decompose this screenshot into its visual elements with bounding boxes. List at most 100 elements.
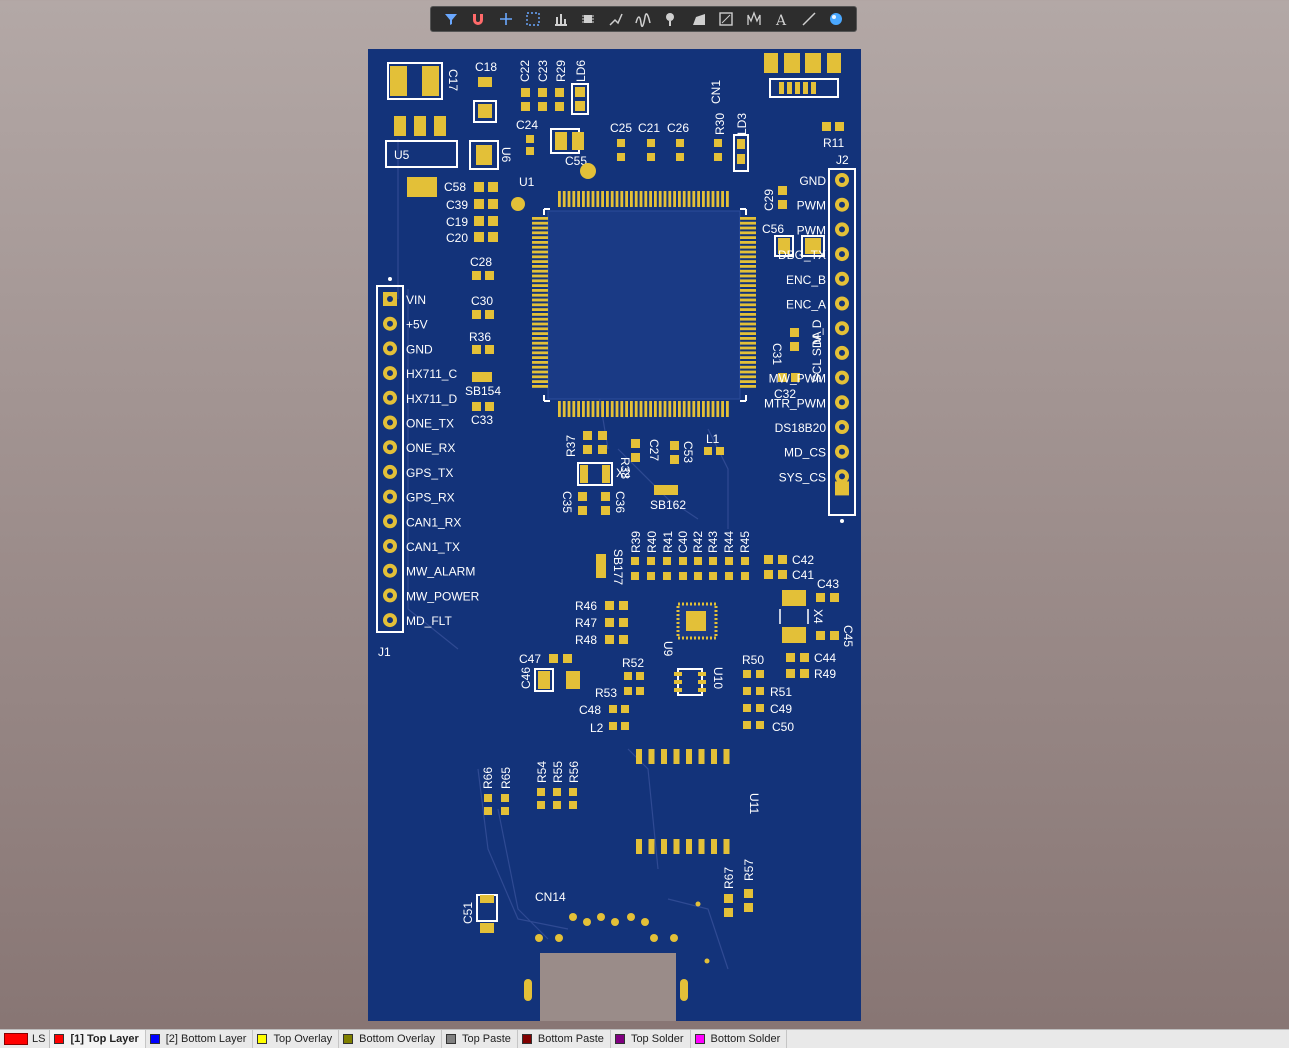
r45-label: R45 <box>738 531 752 553</box>
j2-pin-label: DBG_TX <box>778 248 826 262</box>
layer-tab[interactable]: Top Overlay <box>253 1030 340 1048</box>
layer-color-icon <box>445 1034 456 1044</box>
3d-view-icon[interactable] <box>825 8 847 30</box>
u1-pin <box>532 260 548 263</box>
polygon-icon[interactable] <box>688 8 710 30</box>
u1-pin <box>532 337 548 340</box>
j1-pin-label: MW_ALARM <box>406 565 475 579</box>
u1-pin <box>532 356 548 359</box>
layer-tab[interactable]: Bottom Paste <box>518 1030 611 1048</box>
via-icon[interactable] <box>660 8 682 30</box>
layer-tab[interactable]: Top Solder <box>611 1030 691 1048</box>
u1-pin <box>716 191 720 207</box>
u1-pin <box>644 191 648 207</box>
pcb-board[interactable]: C17 U5 C18 U6 C22 C23 R29 LD6 C24 C55 CN… <box>368 49 861 1021</box>
snap-magnet-icon[interactable] <box>467 8 489 30</box>
layer-tab[interactable]: [2] Bottom Layer <box>146 1030 254 1048</box>
line-icon[interactable] <box>798 8 820 30</box>
u1-pin <box>532 293 548 297</box>
u1-pin <box>692 401 696 417</box>
x2-label: X2 <box>616 466 631 480</box>
layer-tab[interactable]: Bottom Solder <box>691 1030 788 1048</box>
u1-pin <box>577 191 580 207</box>
sb177-label: SB177 <box>611 549 625 585</box>
c56-label: C56 <box>762 222 784 236</box>
text-icon[interactable]: A <box>770 8 792 30</box>
filter-icon[interactable] <box>440 8 462 30</box>
u1-pin <box>740 269 756 273</box>
u1-pin <box>532 226 548 230</box>
u1-pin <box>649 191 652 207</box>
u1-pin <box>678 191 681 207</box>
u1-pin <box>658 191 662 207</box>
u1-pin <box>532 279 548 283</box>
u1-pin <box>532 265 548 268</box>
c17-label: C17 <box>446 69 460 91</box>
crosshair-add-icon[interactable] <box>495 8 517 30</box>
r55-label: R55 <box>551 761 565 783</box>
r51-label: R51 <box>770 685 792 699</box>
u1-pin <box>532 365 548 369</box>
c30-label: C30 <box>471 294 493 308</box>
u1-pin <box>740 375 756 379</box>
diff-pair-icon[interactable] <box>743 8 765 30</box>
u1-pin <box>639 401 643 417</box>
interactive-route-icon[interactable] <box>632 8 654 30</box>
board-outline <box>368 49 861 1021</box>
j2-pin-label: DS18B20 <box>775 421 827 435</box>
u1-pin <box>558 191 561 207</box>
j2-pin-label: ENC_B <box>786 273 826 287</box>
cn1-connector[interactable]: CN1 <box>709 80 723 104</box>
pin-drill <box>839 177 845 183</box>
j2-pin[interactable] <box>835 481 849 496</box>
u1-pin <box>673 401 676 417</box>
u1-pin <box>658 401 662 417</box>
layer-color-icon <box>694 1034 705 1044</box>
layer-color-icon <box>614 1034 625 1044</box>
align-icon[interactable] <box>550 8 572 30</box>
r54-label: R54 <box>535 761 549 783</box>
u1-pin <box>532 385 548 388</box>
u1-pin <box>532 298 548 302</box>
pin-drill <box>839 399 845 406</box>
resistor-pad <box>647 572 655 580</box>
u1-pin <box>740 341 756 345</box>
u1-pin <box>532 274 548 278</box>
r47-label: R47 <box>575 616 597 630</box>
u1-pin <box>532 361 548 364</box>
u1-mcu[interactable] <box>532 191 756 417</box>
u1-pin <box>625 401 628 417</box>
resistor-pad <box>741 557 749 565</box>
u1-pin <box>706 401 710 417</box>
c47-label: C47 <box>519 652 541 666</box>
j1-pin-label: VIN <box>406 293 426 307</box>
fill-icon[interactable] <box>715 8 737 30</box>
j2-pin-label: ENC_A <box>786 298 826 312</box>
select-rect-icon[interactable] <box>522 8 544 30</box>
layer-tab-label: Top Paste <box>461 1033 511 1045</box>
u1-pin <box>630 401 633 417</box>
u1-pin <box>716 401 720 417</box>
c44-label: C44 <box>814 651 836 665</box>
u1-pin <box>532 370 548 374</box>
r44-label: R44 <box>722 531 736 553</box>
c35-label: C35 <box>560 491 574 513</box>
layer-tab[interactable]: [1] Top Layer <box>50 1030 146 1048</box>
layer-tab[interactable]: Bottom Overlay <box>339 1030 442 1048</box>
u1-pin <box>634 191 638 207</box>
u1-pin <box>532 308 548 311</box>
u1-pin <box>740 346 756 350</box>
u1-pin <box>678 401 681 417</box>
u1-pin <box>532 241 548 244</box>
pin-drill <box>839 325 845 332</box>
layer-set-button[interactable]: LS <box>0 1030 51 1048</box>
layer-tab[interactable]: Top Paste <box>442 1030 518 1048</box>
route-icon[interactable] <box>605 8 627 30</box>
layer-tab-label: Top Solder <box>630 1033 684 1045</box>
u11-pin <box>648 749 655 764</box>
layer-color-icon <box>54 1034 65 1044</box>
ld3-label: LD3 <box>735 113 749 135</box>
j2-label: J2 <box>836 153 849 167</box>
component-icon[interactable] <box>577 8 599 30</box>
layer-color-icon <box>149 1034 160 1044</box>
